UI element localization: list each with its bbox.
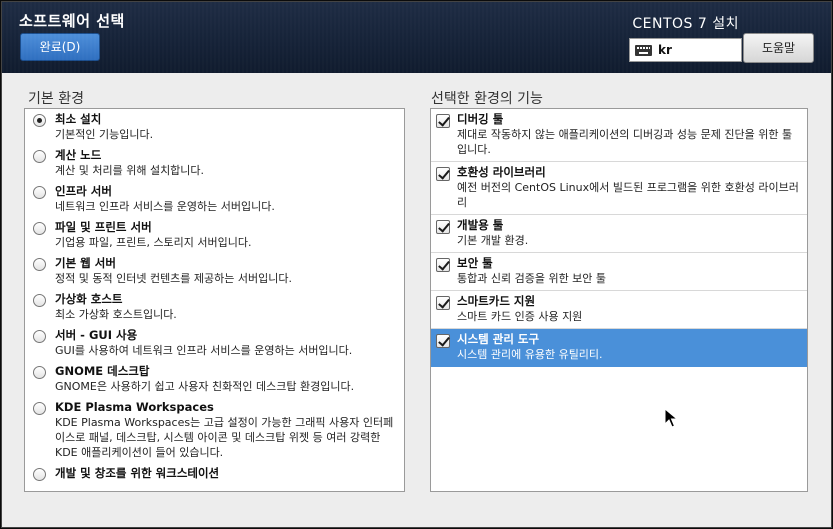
radio-button[interactable] bbox=[33, 402, 46, 415]
environment-name: 최소 설치 bbox=[55, 112, 102, 126]
checkbox[interactable] bbox=[436, 296, 450, 310]
environment-option[interactable]: GNOME 데스크탑 GNOME은 사용하기 쉽고 사용자 친화적인 데스크탑 … bbox=[25, 361, 404, 397]
addon-desc: 스마트 카드 인증 사용 지원 bbox=[457, 310, 583, 323]
radio-button[interactable] bbox=[33, 222, 46, 235]
checkbox[interactable] bbox=[436, 114, 450, 128]
environment-desc: 네트워크 인프라 서비스를 운영하는 서버입니다. bbox=[55, 200, 275, 213]
radio-button[interactable] bbox=[33, 294, 46, 307]
environment-name: GNOME 데스크탑 bbox=[55, 364, 150, 378]
environment-desc: GUI를 사용하여 네트워크 인프라 서비스를 운영하는 서버입니다. bbox=[55, 344, 353, 357]
page-title: 소프트웨어 선택 bbox=[19, 12, 125, 30]
environment-option[interactable]: 가상화 호스트 최소 가상화 호스트입니다. bbox=[25, 289, 404, 325]
environment-option[interactable]: 파일 및 프린트 서버 기업용 파일, 프린트, 스토리지 서버입니다. bbox=[25, 217, 404, 253]
environment-desc: 계산 및 처리를 위해 설치합니다. bbox=[55, 164, 205, 177]
radio-button[interactable] bbox=[33, 330, 46, 343]
addon-desc: 제대로 작동하지 않는 애플리케이션의 디버깅과 성능 문제 진단을 위한 툴입… bbox=[457, 128, 793, 156]
environment-name: 계산 노드 bbox=[55, 148, 102, 162]
addon-name: 디버깅 툴 bbox=[457, 112, 504, 126]
environment-option[interactable]: 계산 노드 계산 및 처리를 위해 설치합니다. bbox=[25, 145, 404, 181]
environment-desc: 정적 및 동적 인터넷 컨텐츠를 제공하는 서버입니다. bbox=[55, 272, 292, 285]
done-button[interactable]: 완료(D) bbox=[20, 33, 100, 61]
environment-desc: 기본적인 기능입니다. bbox=[55, 128, 154, 141]
keyboard-layout-label: kr bbox=[658, 43, 672, 57]
addon-option[interactable]: 개발용 툴 기본 개발 환경. bbox=[431, 215, 807, 253]
checkbox[interactable] bbox=[436, 334, 450, 348]
environment-name: 서버 - GUI 사용 bbox=[55, 328, 138, 342]
radio-button[interactable] bbox=[33, 468, 46, 481]
environment-list[interactable]: 최소 설치 기본적인 기능입니다. 계산 노드 계산 및 처리를 위해 설치합니… bbox=[24, 108, 405, 492]
addon-option[interactable]: 디버깅 툴 제대로 작동하지 않는 애플리케이션의 디버깅과 성능 문제 진단을… bbox=[431, 109, 807, 162]
environment-name: 가상화 호스트 bbox=[55, 292, 123, 306]
product-title: CENTOS 7 설치 bbox=[632, 16, 739, 32]
addon-option[interactable]: 시스템 관리 도구 시스템 관리에 유용한 유틸리티. bbox=[431, 329, 807, 367]
addon-desc: 기본 개발 환경. bbox=[457, 234, 529, 247]
environment-desc: KDE Plasma Workspaces는 고급 설정이 가능한 그래픽 사용… bbox=[55, 416, 394, 459]
radio-button[interactable] bbox=[33, 258, 46, 271]
environment-section-title: 기본 환경 bbox=[28, 91, 84, 107]
addon-name: 스마트카드 지원 bbox=[457, 294, 536, 308]
environment-name: 기본 웹 서버 bbox=[55, 256, 116, 270]
environment-option[interactable]: 최소 설치 기본적인 기능입니다. bbox=[25, 109, 404, 145]
addon-option[interactable]: 호환성 라이브러리 예전 버전의 CentOS Linux에서 빌드된 프로그램… bbox=[431, 162, 807, 215]
radio-button[interactable] bbox=[33, 366, 46, 379]
checkbox[interactable] bbox=[436, 167, 450, 181]
environment-name: KDE Plasma Workspaces bbox=[55, 400, 214, 414]
environment-name: 인프라 서버 bbox=[55, 184, 112, 198]
addon-name: 보안 툴 bbox=[457, 256, 493, 270]
radio-button[interactable] bbox=[33, 114, 46, 127]
radio-button[interactable] bbox=[33, 150, 46, 163]
environment-name: 개발 및 창조를 위한 워크스테이션 bbox=[55, 466, 220, 480]
addon-desc: 통합과 신뢰 검증을 위한 보안 툴 bbox=[457, 272, 607, 285]
addon-name: 호환성 라이브러리 bbox=[457, 165, 546, 179]
environment-desc: 최소 가상화 호스트입니다. bbox=[55, 308, 177, 321]
environment-desc: GNOME은 사용하기 쉽고 사용자 친화적인 데스크탑 환경입니다. bbox=[55, 380, 355, 393]
addon-name: 시스템 관리 도구 bbox=[457, 332, 540, 346]
addon-option[interactable]: 스마트카드 지원 스마트 카드 인증 사용 지원 bbox=[431, 291, 807, 329]
keyboard-layout-indicator[interactable]: kr bbox=[629, 38, 742, 62]
addon-option[interactable]: 보안 툴 통합과 신뢰 검증을 위한 보안 툴 bbox=[431, 253, 807, 291]
header-bar: 소프트웨어 선택 완료(D) CENTOS 7 설치 kr 도움말 bbox=[2, 2, 831, 73]
help-button[interactable]: 도움말 bbox=[743, 33, 814, 63]
addon-desc: 예전 버전의 CentOS Linux에서 빌드된 프로그램을 위한 호환성 라… bbox=[457, 181, 799, 209]
environment-option[interactable]: 인프라 서버 네트워크 인프라 서비스를 운영하는 서버입니다. bbox=[25, 181, 404, 217]
addon-list[interactable]: 디버깅 툴 제대로 작동하지 않는 애플리케이션의 디버깅과 성능 문제 진단을… bbox=[430, 108, 808, 492]
environment-option[interactable]: 개발 및 창조를 위한 워크스테이션 bbox=[25, 463, 404, 491]
software-selection-window: 소프트웨어 선택 완료(D) CENTOS 7 설치 kr 도움말 기본 환경 … bbox=[1, 1, 832, 528]
radio-button[interactable] bbox=[33, 186, 46, 199]
environment-name: 파일 및 프린트 서버 bbox=[55, 220, 152, 234]
checkbox[interactable] bbox=[436, 258, 450, 272]
checkbox[interactable] bbox=[436, 220, 450, 234]
environment-desc: 기업용 파일, 프린트, 스토리지 서버입니다. bbox=[55, 236, 252, 249]
addon-section-title: 선택한 환경의 기능 bbox=[431, 91, 543, 107]
environment-option[interactable]: 서버 - GUI 사용 GUI를 사용하여 네트워크 인프라 서비스를 운영하는… bbox=[25, 325, 404, 361]
addon-name: 개발용 툴 bbox=[457, 218, 504, 232]
environment-option[interactable]: 기본 웹 서버 정적 및 동적 인터넷 컨텐츠를 제공하는 서버입니다. bbox=[25, 253, 404, 289]
environment-option[interactable]: KDE Plasma Workspaces KDE Plasma Workspa… bbox=[25, 397, 404, 463]
addon-desc: 시스템 관리에 유용한 유틸리티. bbox=[457, 348, 603, 361]
keyboard-icon bbox=[635, 45, 652, 56]
